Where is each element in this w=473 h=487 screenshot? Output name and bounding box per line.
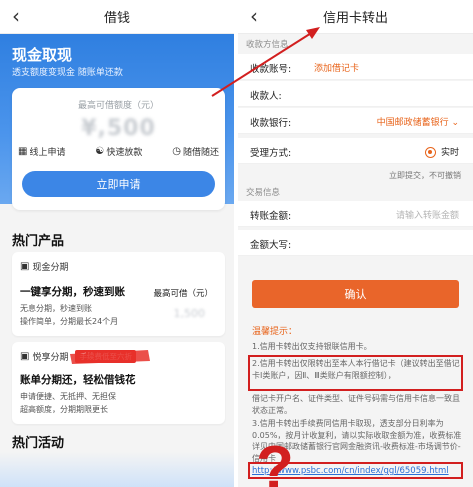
limit-label: 最高可借额度（元） [77,101,159,111]
chevron-down-icon: ⌄ [451,118,459,128]
payee-name-row[interactable]: 收款人: [238,81,473,107]
feature-label: 线上申请 [29,148,66,158]
payee-account-row[interactable]: 收款账号: 添加借记卡 [238,54,473,80]
add-debit-card-link[interactable]: 添加借记卡 [314,61,359,74]
product-desc-line-1: 无息分期，秒速到账 [20,304,92,313]
hero-title: 现金取现 [12,46,73,64]
product-card-bill-installment[interactable]: ▣ 悦享分期 手续费低至六折 账单分期还，轻松借钱花 申请便捷、无抵押、无担保 … [12,342,225,424]
credit-card-transfer-screen: ‹ 信用卡转出 收款方信息 收款账号: 添加借记卡 收款人: 收款银行: 中国邮… [238,0,473,487]
promo-badge: 手续费低至六折 [75,350,136,363]
back-arrow-icon[interactable]: ‹ [250,4,258,28]
credit-limit-card: 最高可借额度（元） ¥,500 ▦ 线上申请 ☯ 快速放款 ◷ 随借随还 立即申… [12,88,225,210]
feature-online-apply: ▦ 线上申请 [18,145,65,158]
trade-section-header: 交易信息 [246,188,281,198]
header-bar: ‹ 信用卡转出 [238,0,473,34]
product-max-label: 最高可借（元） [153,289,213,299]
product-tag-label: 现金分期 [32,263,69,273]
product-desc-line-2: 操作简单，分期最长24个月 [20,317,119,326]
feature-fast-loan: ☯ 快速放款 [95,145,142,158]
document-icon: ▦ [18,146,28,157]
realtime-radio-option[interactable]: 实时 [424,145,459,158]
payee-section-header: 收款方信息 [246,40,289,50]
limit-value: ¥,500 [81,116,156,141]
transfer-amount-input[interactable]: 请输入转账金额 [396,208,459,221]
question-mark-annotation: ? [256,434,294,487]
feature-flexible-repay: ◷ 随借随还 [172,145,219,158]
product-tag: ▣ 现金分期 [20,260,68,273]
payee-bank-label: 收款银行: [250,118,292,129]
amount-uppercase-label: 金额大写: [250,240,292,251]
process-method-row[interactable]: 受理方式: 实时 [238,138,473,164]
process-method-label: 受理方式: [250,148,292,159]
payee-bank-value: 中国邮政储蓄银行 [376,118,449,128]
tips-title: 温馨提示： [252,327,298,337]
product-headline: 账单分期还，轻松借钱花 [20,374,136,386]
radio-selected-icon [424,147,436,158]
confirm-button[interactable]: 确认 [252,280,459,308]
hot-products-title: 热门产品 [12,234,65,249]
page-title: 借钱 [103,11,130,26]
tip-2-continued: 借记卡开户名、证件类型、证件号码需与信用卡信息一致且状态正常。 [252,394,460,415]
header-bar: ‹ 借钱 [0,0,234,34]
hero-subtitle: 透支额度变现金 随账单还款 [12,68,123,78]
highlight-box-tip-2 [248,355,463,391]
page-title: 信用卡转出 [322,11,388,26]
method-note: 立即提交，不可撤销 [389,171,461,180]
transfer-amount-label: 转账金额: [250,211,292,222]
payee-account-label: 收款账号: [250,64,292,75]
payee-bank-row[interactable]: 收款银行: 中国邮政储蓄银行 ⌄ [238,108,473,134]
realtime-radio-label: 实时 [440,148,459,158]
feature-row: ▦ 线上申请 ☯ 快速放款 ◷ 随借随还 [18,145,219,158]
apply-now-button[interactable]: 立即申请 [22,171,215,197]
hot-activity-title: 热门活动 [12,436,65,451]
product-card-cash-installment[interactable]: ▣ 现金分期 一键享分期，秒速到账 无息分期，秒速到账 操作简单，分期最长24个… [12,252,225,336]
product-tag-label: 悦享分期 [32,353,69,363]
product-desc-line-2: 超高额度，分期期限更长 [20,405,108,414]
product-max-value: 1,500 [173,307,206,320]
transfer-amount-row[interactable]: 转账金额: 请输入转账金额 [238,201,473,227]
calendar-icon: ▣ [20,351,30,362]
loan-screen: ‹ 借钱 现金取现 透支额度变现金 随账单还款 最高可借额度（元） ¥,500 … [0,0,234,487]
amount-uppercase-row: 金额大写: [238,230,473,256]
product-desc-line-1: 申请便捷、无抵押、无担保 [20,392,116,401]
yen-circle-icon: ☯ [95,146,105,157]
payee-name-label: 收款人: [250,91,282,102]
payee-bank-select[interactable]: 中国邮政储蓄银行 ⌄ [377,115,459,128]
calendar-icon: ▣ [20,261,30,272]
back-arrow-icon[interactable]: ‹ [12,4,20,28]
product-tag: ▣ 悦享分期 手续费低至六折 [20,350,136,363]
tip-1: 1.信用卡转出仅支持银联信用卡。 [252,342,372,351]
product-headline: 一键享分期，秒速到账 [20,286,125,298]
feature-label: 快速放款 [106,148,143,158]
clock-icon: ◷ [172,146,181,157]
activity-banner[interactable] [0,452,234,487]
feature-label: 随借随还 [182,148,219,158]
